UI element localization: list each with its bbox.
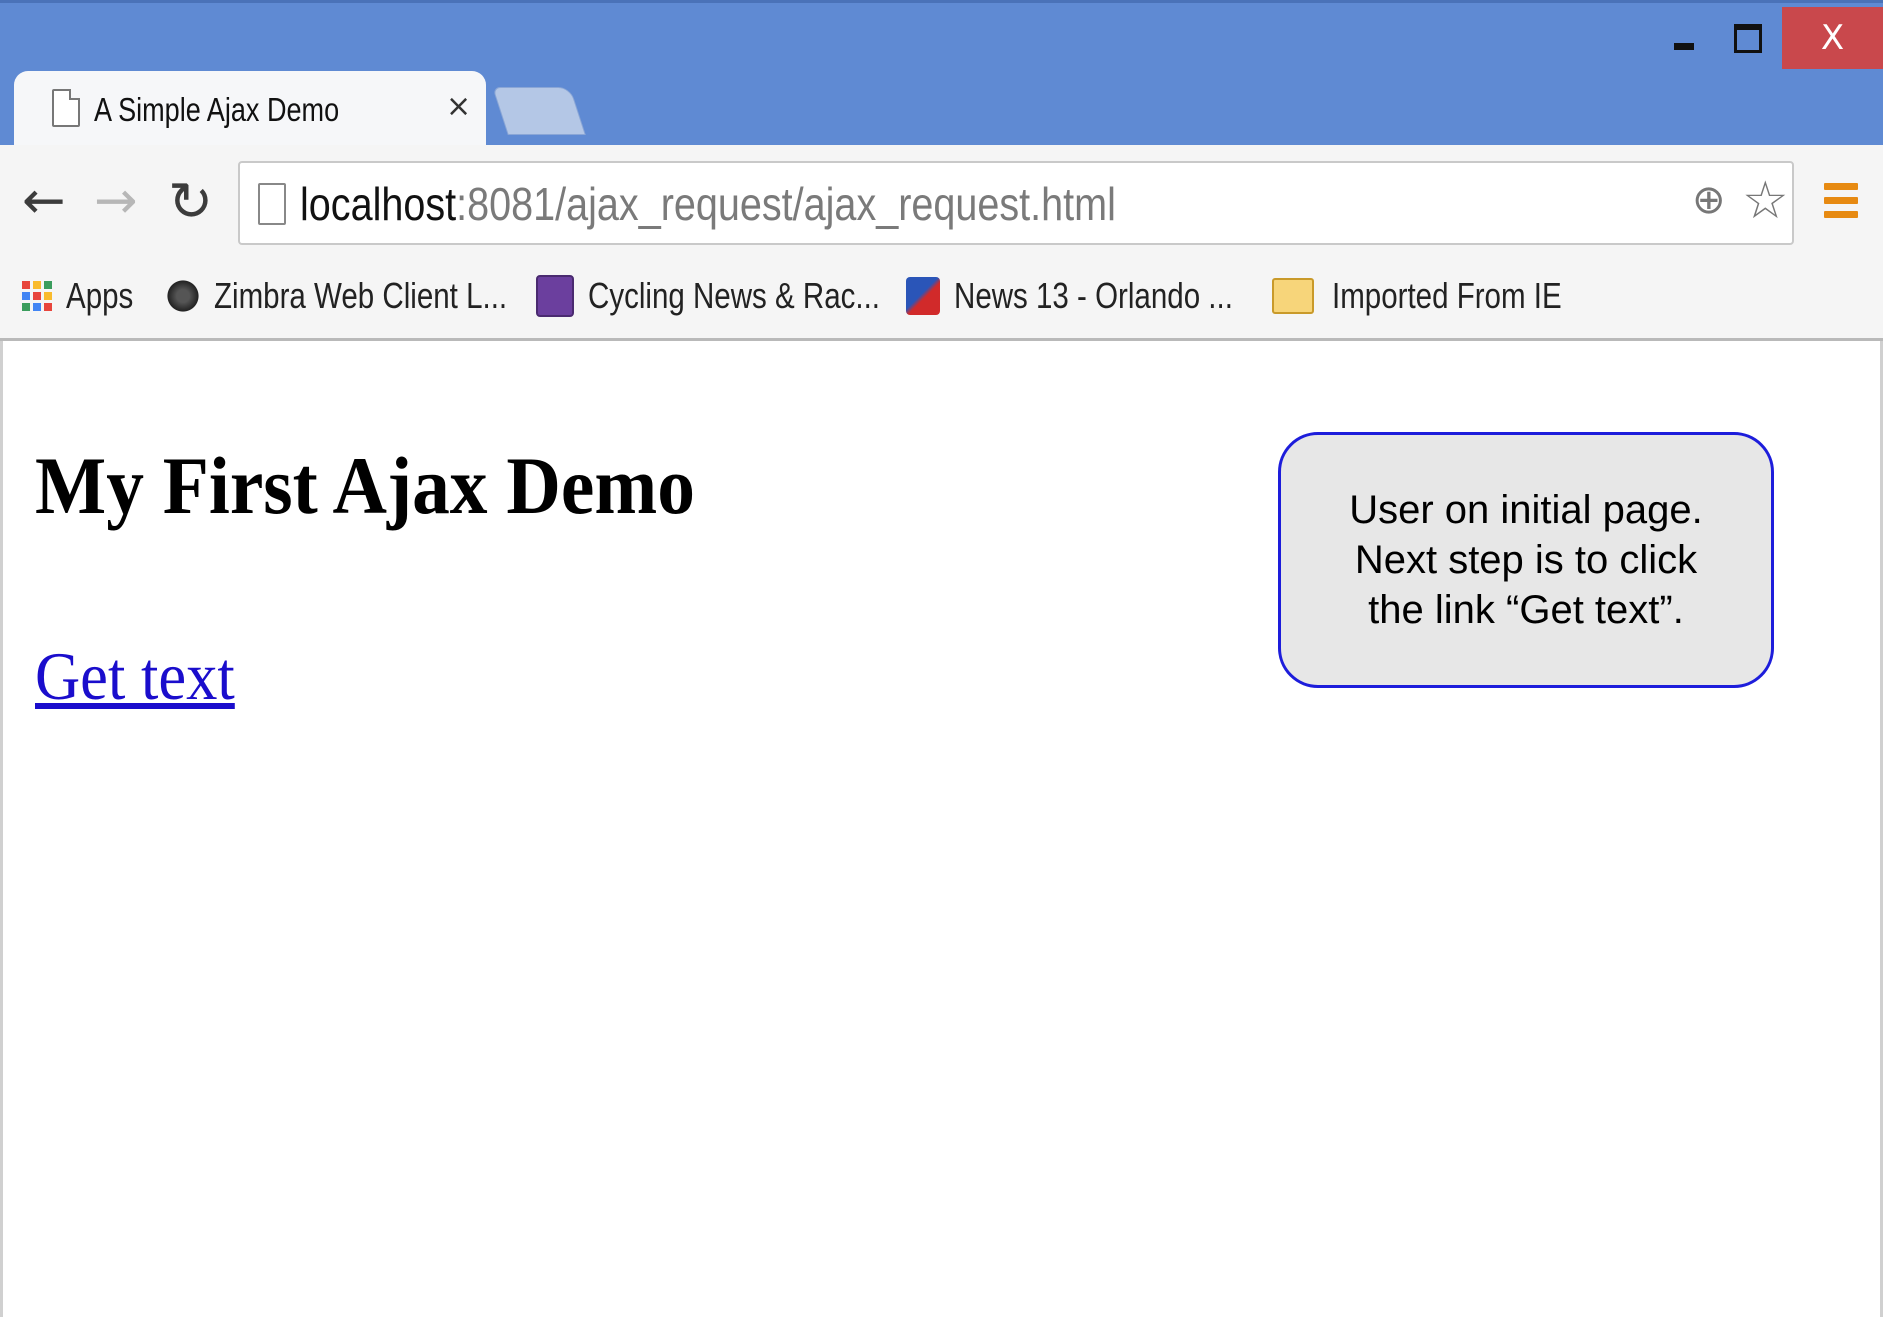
bookmark-label: Cycling News & Rac...	[588, 275, 881, 316]
title-bar: X A Simple Ajax Demo ×	[0, 0, 1883, 149]
cycling-icon	[536, 275, 574, 317]
bookmark-news13[interactable]: News 13 - Orlando ...	[906, 271, 1294, 321]
close-window-button[interactable]: X	[1782, 7, 1883, 69]
url-path: :8081/ajax_request/ajax_request.html	[456, 178, 1116, 230]
bookmark-imported-from-ie[interactable]: Imported From IE	[1272, 271, 1612, 321]
zimbra-icon	[166, 277, 200, 315]
back-button[interactable]: ←	[22, 175, 66, 227]
menu-icon[interactable]	[1824, 183, 1858, 225]
url-host: localhost	[300, 178, 457, 230]
tab-active[interactable]: A Simple Ajax Demo ×	[14, 71, 486, 149]
page-title: My First Ajax Demo	[35, 440, 695, 531]
zoom-icon[interactable]: ⊕	[1692, 177, 1726, 223]
callout-line: Next step is to click	[1354, 538, 1698, 582]
new-tab-button[interactable]	[492, 87, 586, 135]
reload-button[interactable]: ↻	[168, 175, 213, 229]
browser-window: X A Simple Ajax Demo × ← → ↻ localhost:8…	[0, 0, 1883, 1317]
bookmark-label: Zimbra Web Client L...	[214, 275, 508, 316]
minimize-button[interactable]	[1652, 7, 1716, 69]
apps-grid-icon	[22, 281, 52, 311]
bookmark-apps[interactable]: Apps	[22, 271, 148, 321]
maximize-button[interactable]	[1716, 7, 1780, 69]
callout-line: User on initial page.	[1349, 488, 1703, 532]
bookmark-cycling-news[interactable]: Cycling News & Rac...	[536, 271, 944, 321]
bookmark-star-icon[interactable]: ☆	[1742, 171, 1789, 231]
toolbar: ← → ↻ localhost:8081/ajax_request/ajax_r…	[0, 145, 1883, 255]
folder-icon	[1272, 278, 1314, 314]
forward-button[interactable]: →	[94, 175, 138, 227]
maximize-icon	[1734, 23, 1762, 53]
get-text-link[interactable]: Get text	[35, 637, 235, 716]
tab-close-icon[interactable]: ×	[446, 89, 471, 124]
bookmark-label: News 13 - Orlando ...	[954, 275, 1233, 316]
url-text[interactable]: localhost:8081/ajax_request/ajax_request…	[300, 177, 1116, 231]
page-icon	[52, 89, 80, 127]
callout-line: the link “Get text”.	[1368, 588, 1684, 632]
news13-icon	[906, 277, 940, 315]
page-icon	[258, 183, 286, 225]
annotation-callout: User on initial page. Next step is to cl…	[1278, 432, 1774, 688]
minimize-icon	[1674, 42, 1694, 50]
bookmarks-bar: Apps Zimbra Web Client L... Cycling News…	[0, 255, 1883, 341]
tab-title: A Simple Ajax Demo	[94, 91, 340, 128]
bookmark-label: Apps	[66, 275, 134, 316]
close-icon: X	[1820, 18, 1845, 58]
bookmark-zimbra[interactable]: Zimbra Web Client L...	[166, 271, 571, 321]
bookmark-label: Imported From IE	[1332, 275, 1562, 316]
address-bar[interactable]: localhost:8081/ajax_request/ajax_request…	[238, 161, 1794, 245]
